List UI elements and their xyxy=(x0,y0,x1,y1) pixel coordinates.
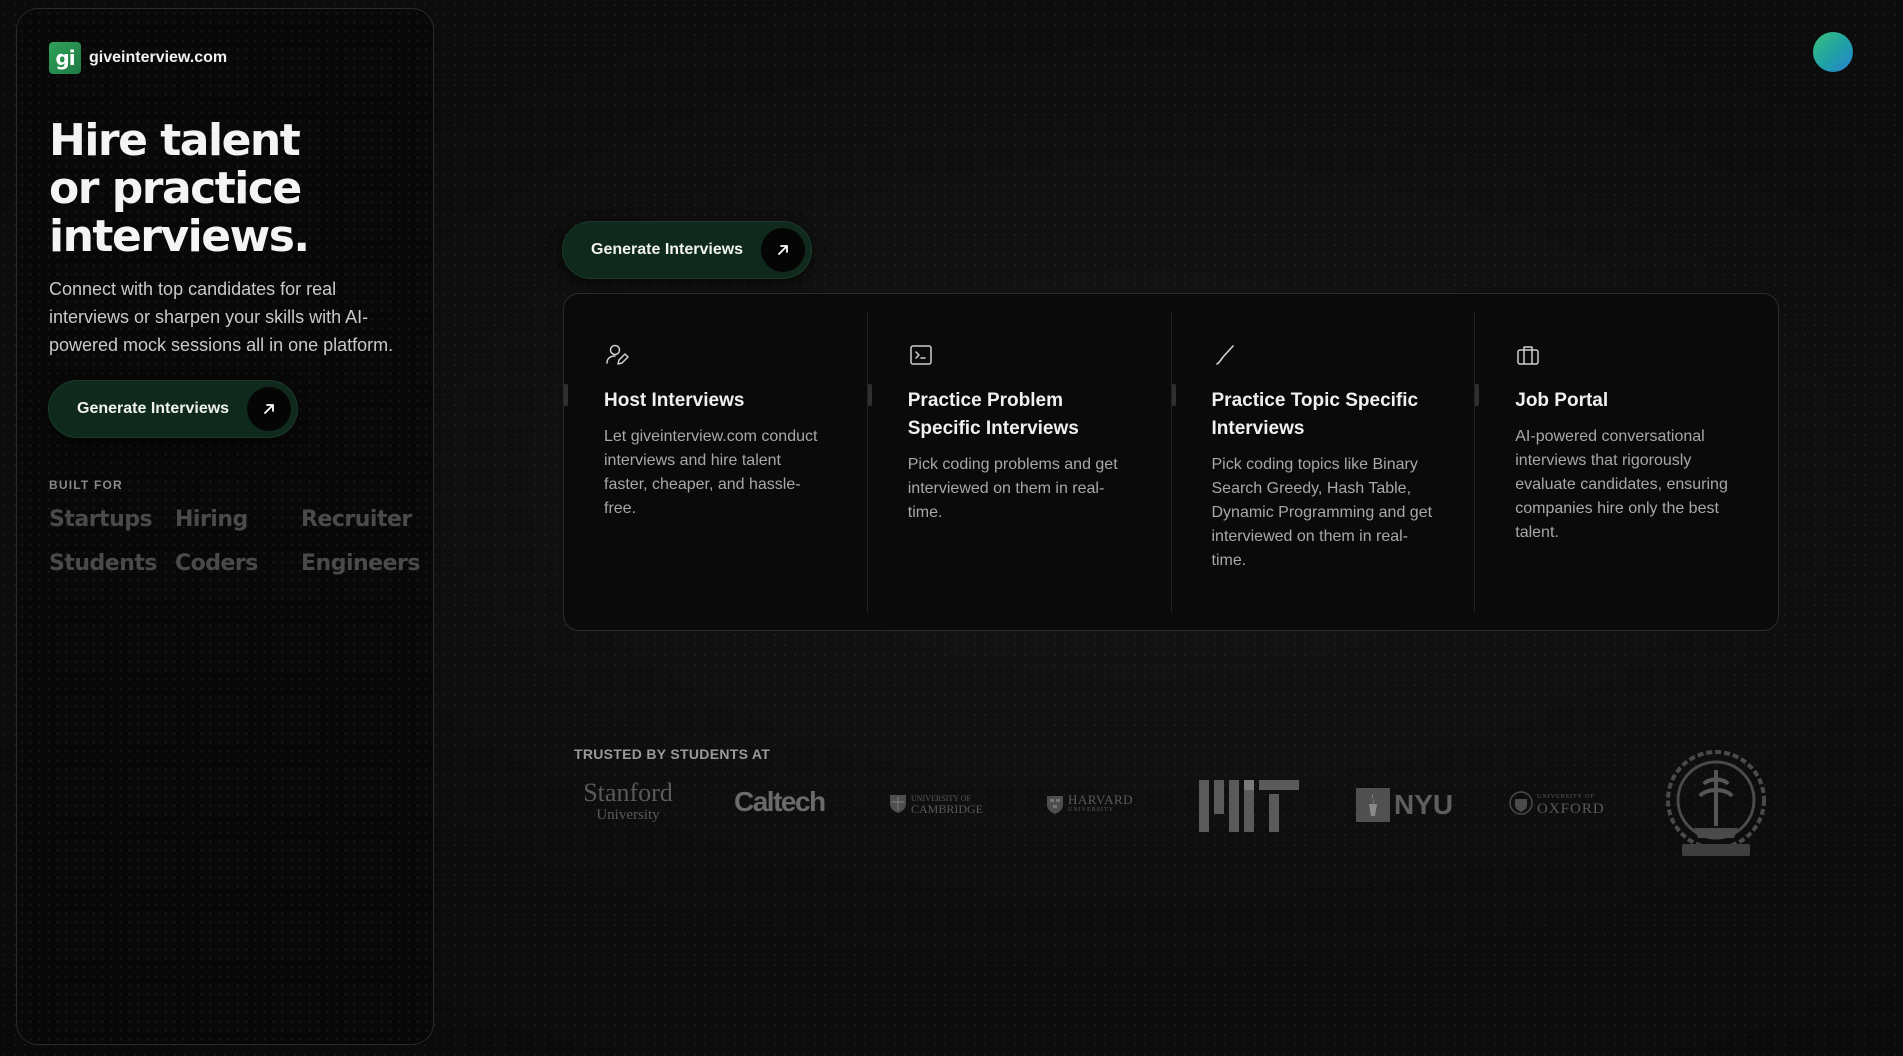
cambridge-logo-line2: CAMBRIDGE xyxy=(911,802,984,816)
generate-interviews-label: Generate Interviews xyxy=(77,400,230,417)
feature-practice-topic[interactable]: Practice Topic Specific Interviews Pick … xyxy=(1171,312,1476,612)
sidebar-panel: gi giveinterview.com Hire talent or prac… xyxy=(16,8,434,1045)
audience-item: Recruiter xyxy=(301,507,412,532)
audience-list: Startups Hiring Recruiter Students Coder… xyxy=(49,505,427,579)
hero-title: Hire talent or practice interviews. xyxy=(49,117,409,261)
iit-kharagpur-seal-logo xyxy=(1664,748,1768,867)
nyu-logo-text: NYU xyxy=(1394,789,1454,820)
feature-title: Job Portal xyxy=(1515,390,1609,411)
user-edit-icon xyxy=(606,344,629,365)
hero-title-line: or practice xyxy=(49,163,302,214)
features-card: Host Interviews Let giveinterview.com co… xyxy=(563,293,1779,631)
harvard-logo-line1: HARVARD xyxy=(1068,792,1134,807)
audience-item: Coders xyxy=(175,551,258,576)
feature-description: AI-powered conversational interviews tha… xyxy=(1515,428,1728,541)
feature-title: Practice Problem Specific Interviews xyxy=(907,390,1079,439)
feature-marker xyxy=(1475,384,1480,406)
nyu-logo: NYU xyxy=(1356,788,1453,822)
caltech-logo: Caltech xyxy=(734,786,826,817)
arrow-up-right-icon xyxy=(761,228,806,272)
oxford-crest-icon xyxy=(1509,791,1533,815)
generate-interviews-label: Generate Interviews xyxy=(591,241,744,258)
feature-description: Pick coding problems and get interviewed… xyxy=(907,456,1118,521)
feature-marker xyxy=(867,384,872,406)
feature-practice-problem[interactable]: Practice Problem Specific Interviews Pic… xyxy=(867,312,1172,612)
mit-logo-mark xyxy=(1199,780,1299,832)
feature-description: Let giveinterview.com conduct interviews… xyxy=(604,428,818,517)
feature-title: Host Interviews xyxy=(604,390,745,411)
audience-item: Engineers xyxy=(301,551,420,576)
feature-title: Practice Topic Specific Interviews xyxy=(1211,390,1419,439)
user-avatar[interactable] xyxy=(1813,32,1853,72)
brand-logo-icon: gi xyxy=(49,42,81,74)
hero-title-line: Hire talent xyxy=(49,115,301,166)
stanford-logo-name: Stanford xyxy=(583,778,673,807)
iit-kharagpur-seal xyxy=(1666,750,1766,856)
stanford-logo-subtitle: University xyxy=(596,807,660,823)
harvard-logo: HARVARD UNIVERSITY xyxy=(1046,792,1134,816)
brand-name: giveinterview.com xyxy=(89,49,228,66)
generate-interviews-button[interactable]: Generate Interviews xyxy=(49,381,298,437)
cambridge-logo: UNIVERSITY OF CAMBRIDGE xyxy=(889,794,984,816)
stanford-logo: Stanford University xyxy=(578,780,678,824)
audience-item: Startups xyxy=(49,507,153,532)
terminal-icon xyxy=(910,345,932,365)
oxford-logo: UNIVERSITY OF OXFORD xyxy=(1509,790,1605,817)
feature-description: Pick coding topics like Binary Search Gr… xyxy=(1211,456,1433,569)
feature-job-portal[interactable]: Job Portal AI-powered conversational int… xyxy=(1475,312,1778,612)
arrow-up-right-icon xyxy=(247,387,292,431)
university-logos: Stanford University Caltech UNIVERSITY O… xyxy=(574,748,1766,868)
hero-subtitle: Connect with top candidates for real int… xyxy=(49,279,394,355)
briefcase-icon xyxy=(1517,346,1539,365)
brand[interactable]: gi giveinterview.com xyxy=(49,42,227,74)
hero-title-line: interviews. xyxy=(49,211,310,262)
oxford-logo-line2: OXFORD xyxy=(1537,801,1605,817)
feature-marker xyxy=(564,384,568,406)
nyu-torch-icon xyxy=(1356,788,1390,822)
built-for-label: BUILT FOR xyxy=(49,478,123,492)
harvard-shield-icon xyxy=(1047,796,1063,814)
cambridge-crest-icon xyxy=(890,795,906,813)
feature-marker xyxy=(1171,384,1176,406)
audience-item: Students xyxy=(49,551,157,576)
generate-interviews-button-main[interactable]: Generate Interviews xyxy=(563,222,812,278)
mit-logo xyxy=(1199,780,1299,837)
brush-stroke-icon xyxy=(1215,345,1234,365)
audience-item: Hiring xyxy=(175,507,248,532)
feature-host-interviews[interactable]: Host Interviews Let giveinterview.com co… xyxy=(564,312,868,612)
